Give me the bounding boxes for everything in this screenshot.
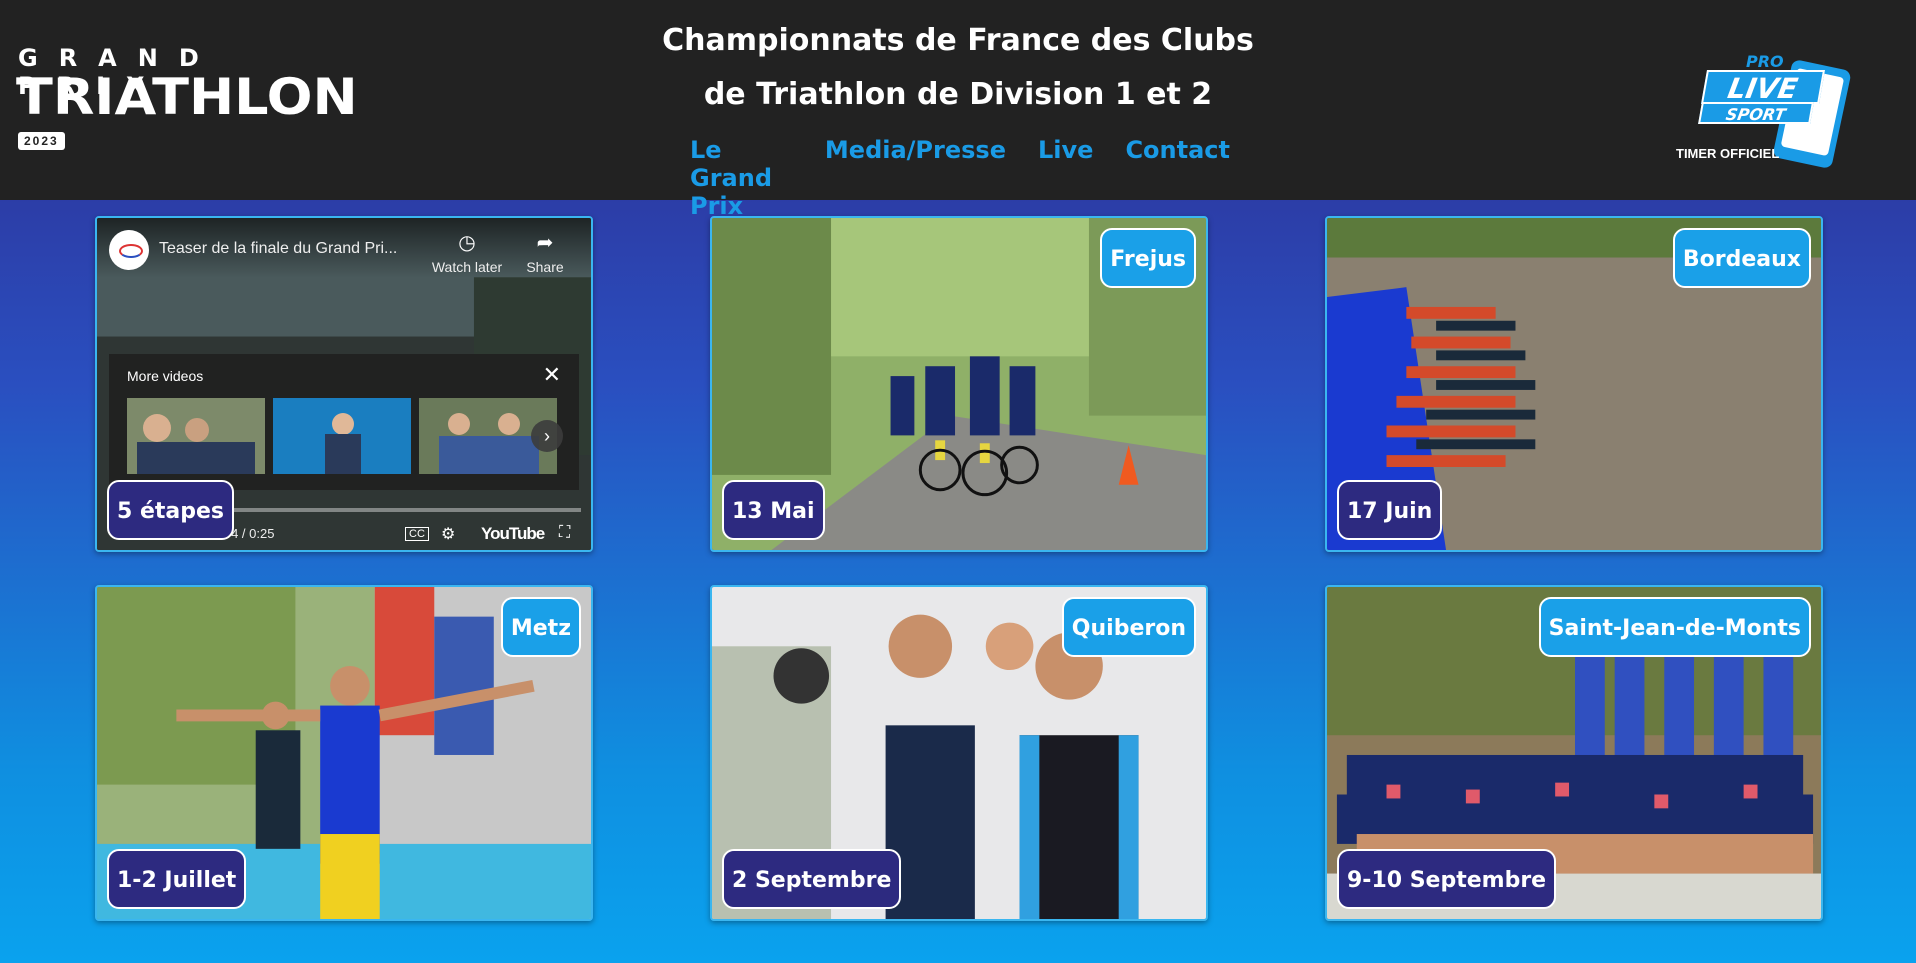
event-card-metz[interactable]: Metz 1-2 Juillet [95,585,593,921]
date-label: 2 Septembre [722,849,902,909]
logo-line2: TRIATHLON [16,68,358,126]
watch-later-label: Watch later [431,259,503,275]
city-label: Quiberon [1061,597,1196,657]
date-label: 1-2 Juillet [107,849,247,909]
more-videos-panel: More videos ✕ › [109,354,579,490]
city-label: Metz [500,597,581,657]
nav-link-grand-prix[interactable]: Le Grand Prix [690,136,793,220]
logo-live-text: LIVE [1701,70,1825,105]
event-card-quiberon[interactable]: Quiberon 2 Septembre [710,585,1208,921]
video-card[interactable]: Teaser de la finale du Grand Pri... ◷ Wa… [95,216,593,552]
main-nav: Le Grand Prix Media/Presse Live Contact [690,136,1230,220]
video-thumbnail[interactable] [127,398,265,474]
date-label: 13 Mai [722,480,825,540]
stages-label: 5 étapes [107,480,235,540]
title-line-2: de Triathlon de Division 1 et 2 [703,77,1213,112]
logo-sport-text: SPORT [1698,102,1814,124]
channel-avatar[interactable] [109,230,149,270]
more-videos-title: More videos [127,368,204,384]
page-title: Championnats de France des Clubs de Tria… [658,14,1258,122]
share-label: Share [526,259,564,275]
timer-officiel-caption: TIMER OFFICIEL [1676,146,1780,161]
nav-link-media-presse[interactable]: Media/Presse [825,136,1006,220]
event-card-frejus[interactable]: Frejus 13 Mai [710,216,1208,552]
settings-gear-icon[interactable]: ⚙ [441,524,455,544]
date-label: 9-10 Septembre [1337,849,1557,909]
clock-icon: ◷ [458,232,476,254]
pro-live-sport-logo[interactable]: PRO LIVE SPORT TIMER OFFICIEL [1670,30,1870,170]
logo-year: 2023 [18,132,65,150]
site-header: GRAND PRIX TRIATHLON 2023 Championnats d… [0,0,1916,220]
logo-pro-text: PRO [1746,52,1784,71]
video-thumbnail[interactable] [273,398,411,474]
close-icon[interactable]: ✕ [543,362,561,388]
city-label: Bordeaux [1672,228,1811,288]
share-icon: ➦ [536,232,554,254]
title-line-1: Championnats de France des Clubs [662,23,1254,58]
video-title[interactable]: Teaser de la finale du Grand Pri... [159,240,429,258]
city-label: Saint-Jean-de-Monts [1538,597,1811,657]
nav-link-contact[interactable]: Contact [1125,136,1230,220]
share-button[interactable]: ➦ Share [515,230,575,275]
fullscreen-icon[interactable]: ⛶ [559,524,570,542]
grand-prix-triathlon-logo[interactable]: GRAND PRIX TRIATHLON 2023 [16,44,358,154]
city-label: Frejus [1100,228,1196,288]
youtube-logo[interactable]: YouTube [481,524,545,544]
chevron-right-icon[interactable]: › [531,420,563,452]
event-card-saint-jean-de-monts[interactable]: Saint-Jean-de-Monts 9-10 Septembre [1325,585,1823,921]
captions-button[interactable]: CC [405,527,429,541]
date-label: 17 Juin [1337,480,1443,540]
watch-later-button[interactable]: ◷ Watch later [427,230,507,275]
nav-link-live[interactable]: Live [1038,136,1093,220]
event-card-bordeaux[interactable]: Bordeaux 17 Juin [1325,216,1823,552]
